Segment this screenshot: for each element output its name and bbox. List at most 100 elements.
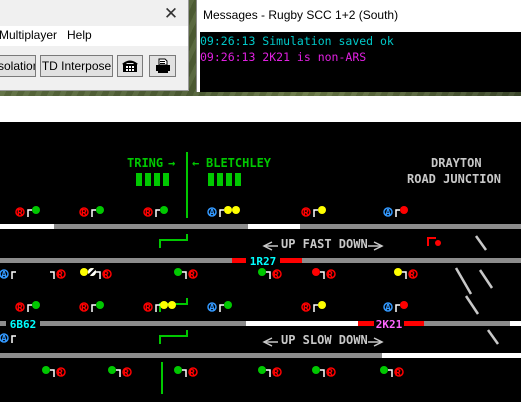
signal-aspect xyxy=(160,206,168,214)
road-junction-label: ROAD JUNCTION xyxy=(407,172,501,186)
block-indicator xyxy=(145,173,151,186)
signal-aspect xyxy=(400,206,408,214)
signal-aspect xyxy=(96,301,104,309)
signal-post xyxy=(219,209,224,217)
signal-aspect xyxy=(174,366,182,374)
signal-id: R xyxy=(145,303,152,314)
track-section xyxy=(382,353,521,358)
signal-post xyxy=(27,209,32,217)
track-section xyxy=(302,258,521,263)
bletchley-label: BLETCHLEY xyxy=(206,156,272,170)
junction-diagonal xyxy=(464,295,480,315)
signal-aspect xyxy=(258,366,266,374)
drayton-label: DRAYTON xyxy=(431,156,482,170)
signal-id: A xyxy=(385,208,391,219)
block-indicator xyxy=(226,173,232,186)
signal-post xyxy=(320,271,325,279)
track-section xyxy=(248,224,300,229)
route-marker xyxy=(427,237,436,246)
signal-aspect xyxy=(108,366,116,374)
signal-id: A xyxy=(209,303,215,314)
signal-aspect xyxy=(312,268,320,276)
signal-post xyxy=(388,369,393,377)
tring-label: TRING xyxy=(127,156,163,170)
signal-id: R xyxy=(145,208,152,219)
print-icon xyxy=(155,58,170,73)
print-button[interactable] xyxy=(149,55,176,77)
block-indicator xyxy=(235,173,241,186)
junction-diagonal xyxy=(486,329,500,345)
messages-window: Messages - Rugby SCC 1+2 (South) 09:26:1… xyxy=(196,0,521,92)
junction-diagonal xyxy=(474,235,488,251)
signal-post xyxy=(91,304,96,312)
close-button[interactable]: ✕ xyxy=(160,4,182,24)
signal-post xyxy=(11,335,16,343)
track-section xyxy=(0,224,54,229)
signal-post xyxy=(27,304,32,312)
signal-aspect xyxy=(224,206,232,214)
junction-diagonal xyxy=(478,269,494,289)
track-section xyxy=(40,321,246,326)
message-line: 09:26:13 2K21 is non-ARS xyxy=(200,50,367,64)
signal-aspect xyxy=(160,301,168,309)
signal-id: R xyxy=(81,303,88,314)
signal-post xyxy=(313,304,318,312)
signal-post xyxy=(50,271,55,279)
route-marker xyxy=(435,240,441,246)
phone-button[interactable] xyxy=(117,55,143,77)
track-section xyxy=(300,224,521,229)
bletchley-arrow: ← xyxy=(192,156,199,170)
signal-aspect xyxy=(168,301,176,309)
signal-aspect xyxy=(96,206,104,214)
track-section xyxy=(404,321,424,326)
signal-aspect xyxy=(400,301,408,309)
signal-aspect xyxy=(380,366,388,374)
menu-multiplayer[interactable]: Multiplayer xyxy=(0,28,57,42)
signal-aspect xyxy=(258,268,266,276)
block-indicator xyxy=(163,173,169,186)
signal-post xyxy=(266,271,271,279)
signal-aspect xyxy=(394,268,402,276)
train-headcode: 6B62 xyxy=(10,318,37,331)
simulator-main-window: ✕ Multiplayer Help solation TD Interpose xyxy=(0,0,189,91)
isolation-button[interactable]: solation xyxy=(0,55,36,77)
menu-help[interactable]: Help xyxy=(67,28,92,42)
signal-id: A xyxy=(385,303,391,314)
signal-id: A xyxy=(1,270,7,281)
train-headcode: 2K21 xyxy=(376,318,403,331)
signal-aspect xyxy=(174,268,182,276)
signal-id: A xyxy=(209,208,215,219)
message-line: 09:26:13 Simulation saved ok xyxy=(200,34,394,48)
signal-post xyxy=(266,369,271,377)
signal-post xyxy=(320,369,325,377)
menu-bar: Multiplayer Help xyxy=(0,26,188,46)
block-indicator xyxy=(136,173,142,186)
signal-post xyxy=(395,209,400,217)
messages-pane: 09:26:13 Simulation saved ok 09:26:13 2K… xyxy=(200,32,521,92)
train-headcode: 1R27 xyxy=(250,255,277,268)
signal-aspect xyxy=(32,301,40,309)
block-indicator xyxy=(208,173,214,186)
signal-aspect xyxy=(224,301,232,309)
up-slow-down-label: UP SLOW DOWN xyxy=(281,333,368,347)
signal-id: R xyxy=(81,208,88,219)
track-section xyxy=(232,258,246,263)
phone-icon xyxy=(122,60,138,72)
signal-post xyxy=(91,209,96,217)
signal-post xyxy=(11,271,16,279)
signal-post xyxy=(155,209,160,217)
track-section xyxy=(280,258,302,263)
window-area xyxy=(0,96,521,122)
signal-aspect xyxy=(32,206,40,214)
signal-aspect xyxy=(312,366,320,374)
track-section xyxy=(54,224,248,229)
td-interpose-button[interactable]: TD Interpose xyxy=(40,55,113,77)
signal-post xyxy=(96,271,101,279)
crossover-indicator xyxy=(159,234,188,248)
signal-id: A xyxy=(1,334,7,345)
toolbar: solation TD Interpose xyxy=(0,48,188,86)
crossover-indicator xyxy=(159,330,188,344)
signal-id: R xyxy=(303,208,310,219)
track-section xyxy=(0,353,382,358)
track-section xyxy=(510,321,521,326)
